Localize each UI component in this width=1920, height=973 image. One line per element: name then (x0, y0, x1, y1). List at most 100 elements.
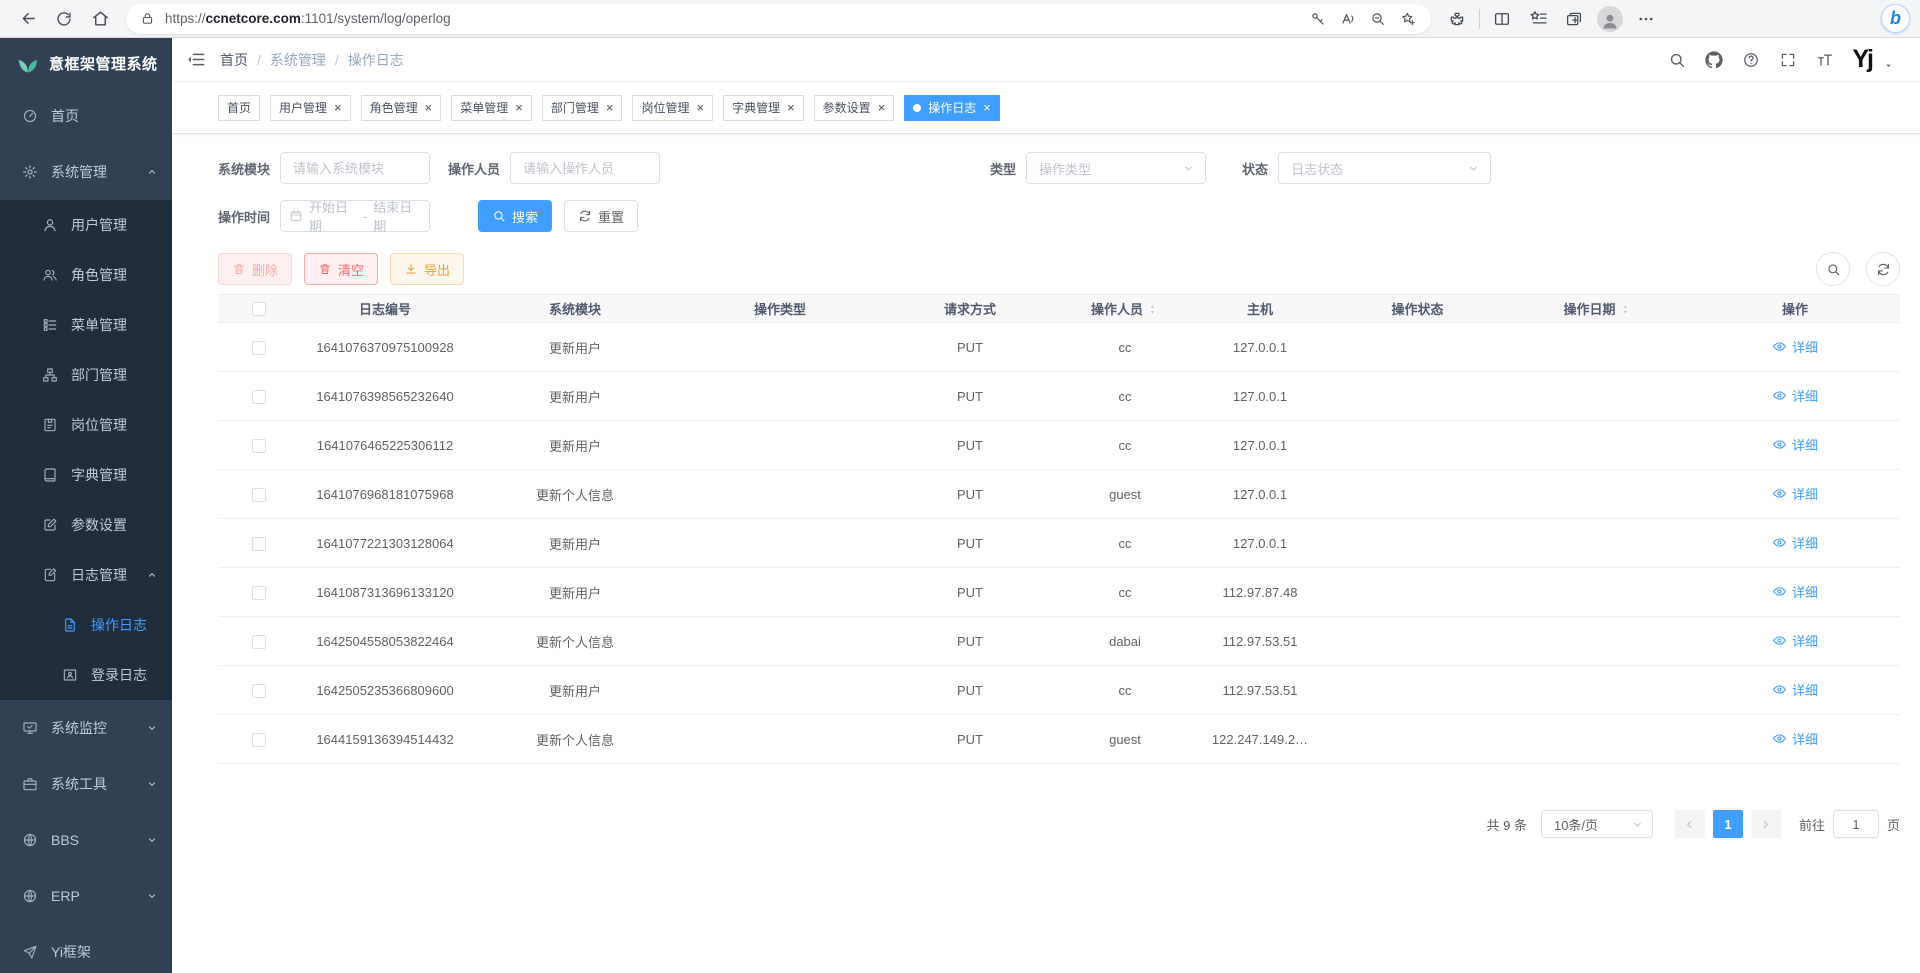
detail-link[interactable]: 详细 (1772, 729, 1818, 748)
detail-link[interactable]: 详细 (1772, 386, 1818, 405)
github-button[interactable] (1704, 50, 1724, 70)
browser-back-button[interactable] (10, 3, 46, 35)
tab-dept-mgmt[interactable]: 部门管理× (542, 95, 623, 121)
sidebar-item-user-mgmt[interactable]: 用户管理 (0, 200, 172, 250)
tab-post-mgmt[interactable]: 岗位管理× (632, 95, 713, 121)
trash-icon (232, 262, 246, 276)
row-checkbox[interactable] (252, 733, 266, 747)
date-range-input[interactable]: 开始日期 - 结束日期 (280, 200, 430, 232)
close-tab-icon[interactable]: × (515, 101, 523, 114)
next-page-button[interactable] (1751, 810, 1781, 838)
favorites-button[interactable] (1520, 3, 1556, 35)
close-tab-icon[interactable]: × (787, 101, 795, 114)
row-checkbox[interactable] (252, 439, 266, 453)
address-bar[interactable]: https://ccnetcore.com:1101/system/log/op… (126, 4, 1431, 34)
read-aloud-button[interactable] (1333, 5, 1363, 33)
delete-button[interactable]: 删除 (218, 253, 292, 285)
goto-page-input[interactable] (1833, 810, 1879, 838)
close-tab-icon[interactable]: × (606, 101, 614, 114)
sidebar-item-dict-mgmt[interactable]: 字典管理 (0, 450, 172, 500)
detail-link[interactable]: 详细 (1772, 631, 1818, 650)
password-button[interactable] (1303, 5, 1333, 33)
module-input[interactable] (280, 152, 430, 184)
extensions-button[interactable] (1439, 3, 1475, 35)
collections-button[interactable] (1556, 3, 1592, 35)
caret-down-icon[interactable] (1883, 60, 1894, 71)
zoom-out-button[interactable] (1363, 5, 1393, 33)
font-size-button[interactable] (1815, 50, 1835, 70)
close-tab-icon[interactable]: × (878, 101, 886, 114)
sidebar-item-sys-tools[interactable]: 系统工具 (0, 756, 172, 812)
close-tab-icon[interactable]: × (425, 101, 433, 114)
export-button[interactable]: 导出 (390, 253, 464, 285)
browser-menu-button[interactable] (1628, 3, 1664, 35)
sort-icon[interactable] (1146, 303, 1159, 316)
search-toggle-button[interactable] (1816, 252, 1850, 286)
tab-menu-mgmt[interactable]: 菜单管理× (451, 95, 532, 121)
prev-page-button[interactable] (1675, 810, 1705, 838)
sidebar-item-post-mgmt[interactable]: 岗位管理 (0, 400, 172, 450)
tab-param-settings[interactable]: 参数设置× (814, 95, 895, 121)
yj-logo[interactable]: Yj (1852, 47, 1872, 72)
row-checkbox[interactable] (252, 537, 266, 551)
sidebar-item-erp[interactable]: ERP (0, 868, 172, 924)
clear-button[interactable]: 清空 (304, 253, 378, 285)
sidebar-item-param-settings[interactable]: 参数设置 (0, 500, 172, 550)
close-tab-icon[interactable]: × (696, 101, 704, 114)
select-all-checkbox[interactable] (252, 302, 266, 316)
row-checkbox[interactable] (252, 684, 266, 698)
help-button[interactable] (1741, 50, 1761, 70)
tab-role-mgmt[interactable]: 角色管理× (361, 95, 442, 121)
sidebar-item-oper-log[interactable]: 操作日志 (0, 600, 172, 650)
close-tab-icon[interactable]: × (334, 101, 342, 114)
detail-link[interactable]: 详细 (1772, 582, 1818, 601)
detail-link[interactable]: 详细 (1772, 533, 1818, 552)
sidebar-item-menu-mgmt[interactable]: 菜单管理 (0, 300, 172, 350)
browser-reload-button[interactable] (46, 3, 82, 35)
sidebar-item-system-mgmt[interactable]: 系统管理 (0, 144, 172, 200)
detail-link[interactable]: 详细 (1772, 484, 1818, 503)
add-favorite-button[interactable] (1393, 5, 1423, 33)
tab-user-mgmt[interactable]: 用户管理× (270, 95, 351, 121)
row-checkbox[interactable] (252, 635, 266, 649)
profile-button[interactable] (1592, 3, 1628, 35)
copilot-icon[interactable]: b (1881, 4, 1910, 33)
search-button[interactable]: 搜索 (478, 200, 552, 232)
cell-method: PUT (880, 372, 1060, 421)
row-checkbox[interactable] (252, 341, 266, 355)
type-select[interactable]: 操作类型 (1026, 152, 1206, 184)
row-checkbox[interactable] (252, 390, 266, 404)
detail-link[interactable]: 详细 (1772, 680, 1818, 699)
sidebar-item-login-log[interactable]: 登录日志 (0, 650, 172, 700)
split-screen-button[interactable] (1484, 3, 1520, 35)
col-header-date[interactable]: 操作日期 (1505, 295, 1690, 323)
tab-home[interactable]: 首页 (218, 95, 260, 121)
sidebar-item-home[interactable]: 首页 (0, 88, 172, 144)
page-size-select[interactable]: 10条/页 (1541, 810, 1653, 838)
row-checkbox[interactable] (252, 488, 266, 502)
current-page[interactable]: 1 (1713, 810, 1743, 838)
status-select[interactable]: 日志状态 (1278, 152, 1491, 184)
sidebar-item-dept-mgmt[interactable]: 部门管理 (0, 350, 172, 400)
fullscreen-button[interactable] (1778, 50, 1798, 70)
sort-icon[interactable] (1619, 303, 1632, 316)
row-checkbox[interactable] (252, 586, 266, 600)
tab-oper-log[interactable]: 操作日志× (904, 95, 1000, 121)
refresh-table-button[interactable] (1866, 252, 1900, 286)
sidebar-item-yi-framework[interactable]: Yi框架 (0, 924, 172, 973)
detail-link[interactable]: 详细 (1772, 337, 1818, 356)
col-header-operator[interactable]: 操作人员 (1060, 295, 1190, 323)
breadcrumb-home[interactable]: 首页 (220, 50, 248, 70)
reset-button[interactable]: 重置 (564, 200, 638, 232)
hamburger-button[interactable] (180, 44, 212, 76)
sidebar-item-role-mgmt[interactable]: 角色管理 (0, 250, 172, 300)
sidebar-item-log-mgmt[interactable]: 日志管理 (0, 550, 172, 600)
tab-dict-mgmt[interactable]: 字典管理× (723, 95, 804, 121)
header-search-button[interactable] (1667, 50, 1687, 70)
browser-home-button[interactable] (82, 3, 118, 35)
sidebar-item-sys-monitor[interactable]: 系统监控 (0, 700, 172, 756)
operator-input[interactable] (510, 152, 660, 184)
sidebar-item-bbs[interactable]: BBS (0, 812, 172, 868)
close-tab-icon[interactable]: × (983, 101, 991, 114)
detail-link[interactable]: 详细 (1772, 435, 1818, 454)
